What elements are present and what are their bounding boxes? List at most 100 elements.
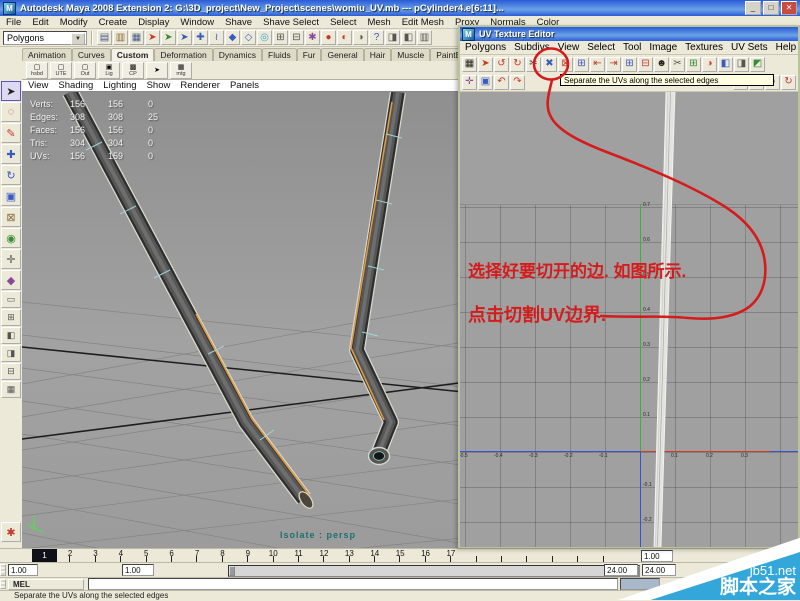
shelf-tab-hair[interactable]: Hair bbox=[363, 48, 392, 61]
save-scene-icon[interactable]: ▦ bbox=[129, 30, 144, 45]
flip-u-icon[interactable]: ▦ bbox=[462, 56, 477, 72]
make-live-icon[interactable]: ◎ bbox=[257, 30, 272, 45]
layout-four-pane-icon[interactable]: ⊞ bbox=[1, 309, 21, 326]
uv-texture-editor-window[interactable]: M UV Texture Editor Polygons Subdivs View S… bbox=[458, 25, 800, 548]
snap-view-plane-icon[interactable]: ◇ bbox=[241, 30, 256, 45]
snap-point-icon[interactable]: ◆ bbox=[225, 30, 240, 45]
range-slider-bar[interactable] bbox=[235, 566, 633, 576]
shelf-tab-deformation[interactable]: Deformation bbox=[154, 48, 213, 61]
display-grid-icon[interactable]: ⊞ bbox=[686, 56, 701, 72]
shelf-tab-custom[interactable]: Custom bbox=[110, 48, 155, 61]
display-image-icon[interactable]: ◑ bbox=[702, 56, 717, 72]
panel-menu-view[interactable]: View bbox=[28, 80, 48, 91]
menu-shave[interactable]: Shave bbox=[225, 17, 252, 28]
uv-menu-view[interactable]: View bbox=[558, 42, 580, 53]
uv-menu-uv-sets[interactable]: UV Sets bbox=[731, 42, 768, 53]
range-grip[interactable] bbox=[0, 564, 6, 576]
sidebar-tool-settings-icon[interactable]: ◧ bbox=[401, 30, 416, 45]
select-component-icon[interactable]: ➤ bbox=[177, 30, 192, 45]
menu-edit-mesh[interactable]: Edit Mesh bbox=[402, 17, 444, 28]
menu-mesh[interactable]: Mesh bbox=[367, 17, 390, 28]
shelf-tab-fur[interactable]: Fur bbox=[296, 48, 322, 61]
menu-display[interactable]: Display bbox=[138, 17, 169, 28]
chevron-down-icon[interactable]: ▼ bbox=[71, 32, 85, 45]
current-time-field[interactable]: 1.00 bbox=[641, 550, 673, 562]
flip-v-icon[interactable]: ➤ bbox=[478, 56, 493, 72]
panel-menu-renderer[interactable]: Renderer bbox=[180, 80, 220, 91]
uv-menu-help[interactable]: Help bbox=[776, 42, 797, 53]
playback-start-field[interactable]: 1.00 bbox=[122, 564, 154, 576]
soft-mod-tool-icon[interactable]: ◉ bbox=[1, 228, 21, 248]
shelf-tab-curves[interactable]: Curves bbox=[71, 48, 111, 61]
refresh-image-icon[interactable]: ↻ bbox=[781, 74, 796, 90]
uv-snapshot-icon[interactable]: ☻ bbox=[654, 56, 669, 72]
move-tool-icon[interactable]: ✚ bbox=[1, 144, 21, 164]
panel-menu-panels[interactable]: Panels bbox=[230, 80, 259, 91]
redo-view-icon[interactable]: ↷ bbox=[510, 74, 525, 90]
layout-custom-icon[interactable]: ▦ bbox=[1, 381, 21, 398]
cut-uvs-icon[interactable]: ✂ bbox=[526, 56, 541, 72]
menu-edit[interactable]: Edit bbox=[32, 17, 48, 28]
shelf-tab-animation[interactable]: Animation bbox=[22, 48, 72, 61]
grid-uvs-icon[interactable]: ⊞ bbox=[622, 56, 637, 72]
scale-tool-icon[interactable]: ▣ bbox=[1, 186, 21, 206]
shelf-lig-button[interactable]: ▣ Lig bbox=[98, 61, 120, 79]
time-slider[interactable]: 1234567891011121314151617 1 1.00 bbox=[0, 548, 800, 563]
menu-file[interactable]: File bbox=[6, 17, 21, 28]
layout-hypershade-icon[interactable]: ◨ bbox=[1, 345, 21, 362]
close-button[interactable]: ✕ bbox=[781, 1, 797, 15]
rotate-tool-icon[interactable]: ↻ bbox=[1, 165, 21, 185]
range-slider[interactable]: 1.00 1.00 24.00 24.00 bbox=[0, 562, 800, 577]
lasso-tool-icon[interactable]: ◌ bbox=[1, 102, 21, 122]
uv-smudge-tool-icon[interactable]: ▣ bbox=[478, 74, 493, 90]
new-scene-icon[interactable]: ▤ bbox=[97, 30, 112, 45]
quick-help-icon[interactable]: ? bbox=[369, 30, 384, 45]
command-grip[interactable] bbox=[0, 579, 6, 589]
grid-uvs-alt-icon[interactable]: ⊟ bbox=[638, 56, 653, 72]
open-scene-icon[interactable]: ▥ bbox=[113, 30, 128, 45]
shelf-cp-button[interactable]: ▩ CP bbox=[122, 61, 144, 79]
delete-uvs-icon[interactable]: ✂ bbox=[670, 56, 685, 72]
render-current-frame-icon[interactable]: ● bbox=[321, 30, 336, 45]
layout-uvs-right-icon[interactable]: ⇥ bbox=[606, 56, 621, 72]
shelf-hsbd-button[interactable]: ▢ hsbd bbox=[26, 61, 48, 79]
anim-start-field[interactable]: 1.00 bbox=[8, 564, 38, 576]
select-object-icon[interactable]: ➤ bbox=[161, 30, 176, 45]
uv-menu-tool[interactable]: Tool bbox=[623, 42, 641, 53]
paint-select-tool-icon[interactable]: ✎ bbox=[1, 123, 21, 143]
menu-modify[interactable]: Modify bbox=[60, 17, 88, 28]
sew-uvs-icon[interactable]: ⊠ bbox=[558, 56, 573, 72]
layout-single-pane-icon[interactable]: ▭ bbox=[1, 291, 21, 308]
current-frame-marker[interactable]: 1 bbox=[32, 549, 57, 563]
move-and-sew-icon[interactable]: ⊞ bbox=[574, 56, 589, 72]
rotate-uv-ccw-icon[interactable]: ↺ bbox=[494, 56, 509, 72]
minimize-button[interactable]: _ bbox=[745, 1, 761, 15]
paste-uvs-icon[interactable]: ◨ bbox=[734, 56, 749, 72]
sidebar-channel-box-icon[interactable]: ▥ bbox=[417, 30, 432, 45]
layout-persp-outliner-icon[interactable]: ◧ bbox=[1, 327, 21, 344]
show-manip-tool-icon[interactable]: ✛ bbox=[1, 249, 21, 269]
menu-window[interactable]: Window bbox=[180, 17, 214, 28]
shelf-tab-muscle[interactable]: Muscle bbox=[391, 48, 431, 61]
uv-menu-polygons[interactable]: Polygons bbox=[465, 42, 506, 53]
uv-menu-subdivs[interactable]: Subdivs bbox=[514, 42, 550, 53]
uv-editor-canvas[interactable]: 0.1 0.2 0.3 0.4 0.5 0.6 0.7 -0.1 -0.2 -0.1 -0.2 -0.… bbox=[460, 92, 798, 547]
snap-grid-icon[interactable]: ✚ bbox=[193, 30, 208, 45]
panel-menu-show[interactable]: Show bbox=[147, 80, 171, 91]
uv-menu-image[interactable]: Image bbox=[649, 42, 677, 53]
anim-end-field[interactable]: 24.00 bbox=[642, 564, 676, 576]
sidebar-attr-editor-icon[interactable]: ◨ bbox=[385, 30, 400, 45]
shelf-tab-dynamics[interactable]: Dynamics bbox=[212, 48, 263, 61]
construction-history-icon[interactable]: ✱ bbox=[305, 30, 320, 45]
range-handle-left[interactable] bbox=[229, 566, 235, 576]
range-slider-groove[interactable] bbox=[228, 565, 640, 577]
panel-menu-shading[interactable]: Shading bbox=[58, 80, 93, 91]
main-title-bar[interactable]: M Autodesk Maya 2008 Extension 2: G:\3D_… bbox=[0, 0, 800, 16]
split-uvs-icon[interactable]: ✖ bbox=[542, 56, 557, 72]
playback-end-field[interactable]: 24.00 bbox=[604, 564, 638, 576]
command-result-area[interactable] bbox=[620, 578, 660, 590]
shelf-tab-fluids[interactable]: Fluids bbox=[262, 48, 297, 61]
shelf-arrow-button[interactable]: ➤ bbox=[146, 61, 168, 79]
copy-uvs-icon[interactable]: ◧ bbox=[718, 56, 733, 72]
maximize-button[interactable]: □ bbox=[763, 1, 779, 15]
